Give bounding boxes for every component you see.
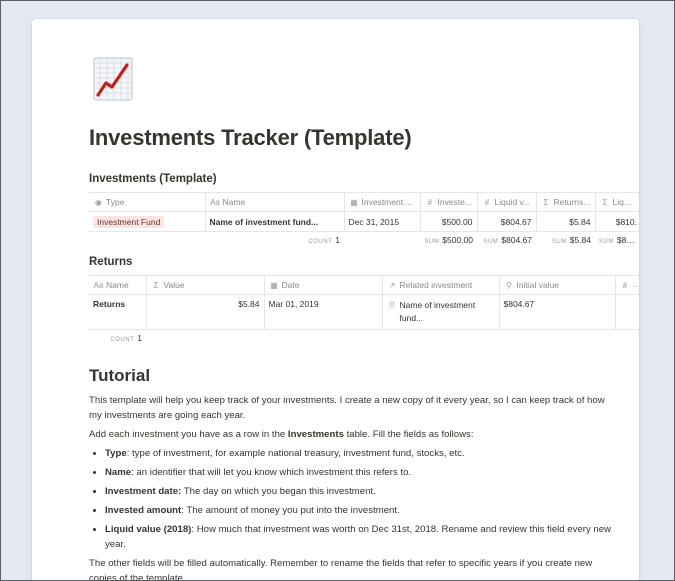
col-header-c[interactable]: # C [615, 275, 639, 295]
returns-header-row: Aa Name Σ Value ▦ Date ↗ Related investment … [89, 275, 639, 295]
related-link[interactable]: Name of investment [400, 300, 476, 310]
col-header-returns[interactable]: Σ Returns... [536, 192, 596, 212]
sigma-icon: Σ [153, 281, 159, 290]
page-title[interactable]: Investments Tracker (Template) [89, 125, 412, 151]
type-tag: Investment Fund [93, 215, 165, 228]
chart-increasing-icon[interactable] [93, 57, 133, 101]
cell-type[interactable]: Investment Fund [89, 211, 206, 232]
list-item[interactable]: Invested amount: The amount of money you… [105, 503, 614, 518]
col-header-investment-date[interactable]: ▦ Investment ... [344, 192, 421, 212]
investments-table: ◉ Type Aa Name ▦ Investment ... # Investe...… [89, 192, 639, 248]
cell-liquid-2[interactable]: $810. [595, 211, 639, 232]
cell-date[interactable]: Mar 01, 2019 [264, 294, 383, 330]
number-icon: # [622, 281, 628, 290]
tutorial-paragraph-2[interactable]: Add each investment you have as a row in… [89, 427, 614, 442]
investments-header-row: ◉ Type Aa Name ▦ Investment ... # Investe...… [89, 192, 639, 212]
field-list: Type: type of investment, for example na… [89, 446, 614, 552]
cell-date[interactable]: Dec 31, 2015 [344, 211, 421, 232]
col-header-name[interactable]: Aa Name [205, 192, 345, 212]
tutorial-heading[interactable]: Tutorial [89, 366, 150, 386]
col-header-invested[interactable]: # Investe... [420, 192, 478, 212]
relation-arrow-icon: ↗ [388, 281, 396, 290]
calc-count[interactable]: COUNT 1 [205, 232, 344, 249]
col-header-name[interactable]: Aa Name [89, 275, 147, 295]
table-row[interactable]: Investment Fund Name of investment fund.… [89, 211, 639, 232]
cell-name[interactable]: Returns [89, 294, 147, 330]
cell-c[interactable] [615, 294, 639, 330]
list-item[interactable]: Liquid value (2018): How much that inves… [105, 522, 614, 552]
page-icon: 🗎 [388, 301, 396, 310]
calc-sum-liquid-2[interactable]: SUM $810. [595, 232, 639, 249]
text-icon: Aa [210, 198, 220, 207]
text-icon: Aa [93, 281, 104, 290]
col-header-liquid-value-2[interactable]: Σ Liquid v [595, 192, 639, 212]
list-item[interactable]: Name: an identifier that will let you kn… [105, 465, 614, 480]
tutorial-paragraph-3[interactable]: The other fields will be filled automati… [89, 556, 614, 580]
formula-icon: Σ [602, 198, 608, 207]
window-frame: Investments Tracker (Template) Investmen… [0, 0, 675, 581]
cell-name[interactable]: Name of investment fund... [205, 211, 345, 232]
list-item[interactable]: Type: type of investment, for example na… [105, 446, 614, 461]
number-icon: # [427, 198, 433, 207]
col-header-value[interactable]: Σ Value [146, 275, 265, 295]
tutorial-paragraph-1[interactable]: This template will help you keep track o… [89, 393, 614, 423]
col-header-related-investment[interactable]: ↗ Related investment [382, 275, 500, 295]
calendar-icon: ▦ [270, 281, 278, 290]
col-header-type[interactable]: ◉ Type [89, 192, 206, 212]
number-icon: # [484, 198, 490, 207]
col-header-liquid-value[interactable]: # Liquid v... [477, 192, 537, 212]
cell-initial-value[interactable]: $804.67 [499, 294, 616, 330]
tutorial-body: This template will help you keep track o… [89, 393, 614, 580]
table-row[interactable]: Returns $5.84 Mar 01, 2019 🗎 Name of inve… [89, 294, 639, 330]
cell-related-investment[interactable]: 🗎 Name of investment fund... [382, 294, 500, 330]
returns-calc-row: COUNT 1 [89, 330, 639, 347]
returns-table: Aa Name Σ Value ▦ Date ↗ Related investment … [89, 275, 639, 346]
calc-sum-invested[interactable]: SUM $500.00 [420, 232, 477, 249]
formula-icon: Σ [543, 198, 549, 207]
col-header-initial-value[interactable]: ⚲ Initial value [499, 275, 616, 295]
investments-db-title[interactable]: Investments (Template) [89, 173, 217, 185]
cell-value[interactable]: $5.84 [146, 294, 265, 330]
related-link-cont[interactable]: fund... [387, 313, 424, 323]
col-header-date[interactable]: ▦ Date [264, 275, 383, 295]
calendar-icon: ▦ [350, 198, 358, 207]
returns-db-title[interactable]: Returns [89, 256, 132, 268]
calc-count[interactable]: COUNT 1 [89, 330, 146, 347]
cell-liquid[interactable]: $804.67 [477, 211, 537, 232]
cell-invested[interactable]: $500.00 [420, 211, 478, 232]
calc-sum-returns[interactable]: SUM $5.84 [536, 232, 595, 249]
investments-calc-row: COUNT 1 SUM $500.00 SUM $804.67 SUM $5.84 SU… [89, 232, 639, 249]
notion-page: Investments Tracker (Template) Investmen… [32, 19, 639, 580]
cell-returns[interactable]: $5.84 [536, 211, 596, 232]
calc-sum-liquid[interactable]: SUM $804.67 [477, 232, 536, 249]
search-icon: ⚲ [506, 281, 512, 290]
list-item[interactable]: Investment date: The day on which you be… [105, 484, 614, 499]
select-icon: ◉ [95, 198, 102, 207]
